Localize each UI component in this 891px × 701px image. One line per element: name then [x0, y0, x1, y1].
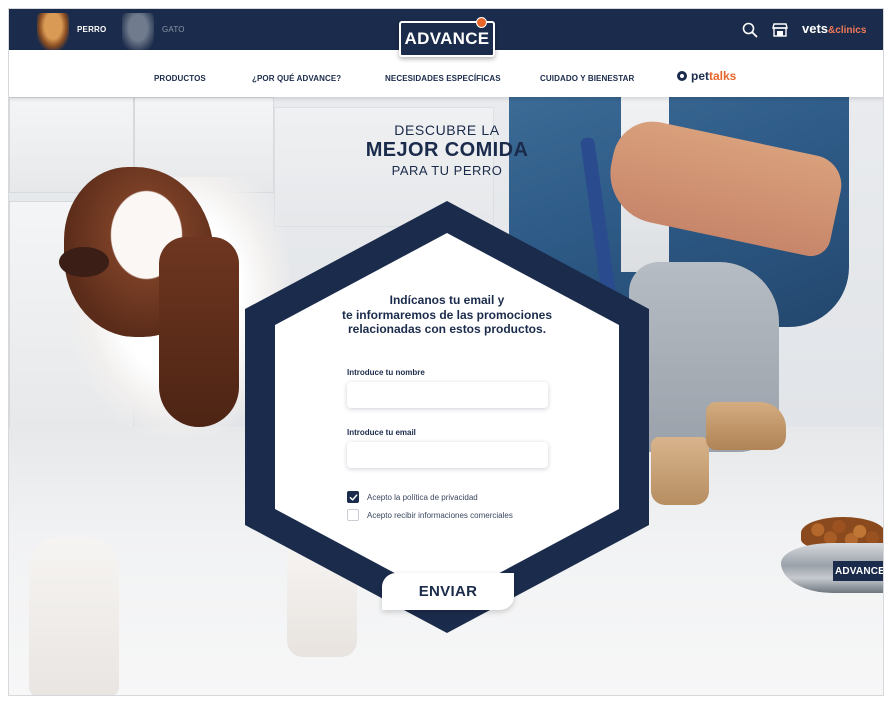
headline-line-1: DESCUBRE LA	[394, 122, 500, 138]
nav-item-necesidades[interactable]: NECESIDADES ESPECÍFICAS	[385, 74, 501, 83]
form-title-line-3: relacionadas con estos productos.	[347, 322, 547, 336]
nav-item-cuidado[interactable]: CUIDADO Y BIENESTAR	[540, 74, 634, 83]
cat-thumbnail	[122, 13, 154, 50]
privacy-checkbox-label: Acepto la política de privacidad	[367, 492, 478, 502]
bowl-label-text: ADVANCE	[834, 565, 884, 577]
check-icon	[349, 493, 357, 501]
pet-tab-cat-label: GATO	[162, 25, 185, 34]
person-boot-left	[651, 437, 709, 505]
privacy-checkbox-row[interactable]: Acepto la política de privacidad	[347, 491, 478, 503]
food-bowl: ADVANCE	[781, 517, 884, 597]
pettalks-label-pet: pet	[691, 69, 709, 83]
top-bar: PERRO GATO ADVANCE vets&clinics	[9, 9, 883, 57]
main-nav: PRODUCTOS ¿POR QUÉ ADVANCE? NECESIDADES …	[9, 50, 883, 97]
name-field[interactable]	[347, 382, 548, 408]
page-frame: PERRO GATO ADVANCE vets&clinics PRODUCTO…	[8, 8, 884, 696]
pet-tab-dog[interactable]: PERRO	[37, 9, 106, 50]
person-boot-right	[706, 402, 786, 450]
pettalks-label-talks: talks	[709, 69, 737, 83]
nav-item-pettalks[interactable]: pet talks	[677, 69, 736, 83]
name-label: Introduce tu nombre	[347, 368, 425, 377]
headline-line-3: PARA TU PERRO	[391, 163, 503, 178]
search-icon[interactable]	[742, 22, 758, 38]
submit-button[interactable]: ENVIAR	[382, 573, 514, 610]
nav-item-productos[interactable]: PRODUCTOS	[154, 74, 206, 83]
form-title-line-1: Indícanos tu email y	[389, 293, 505, 307]
marketing-checkbox[interactable]	[347, 509, 359, 521]
dog-thumbnail	[37, 13, 69, 50]
nav-item-por-que-advance[interactable]: ¿POR QUÉ ADVANCE?	[252, 74, 341, 83]
store-icon[interactable]	[772, 22, 788, 38]
dog-nose	[59, 247, 109, 277]
vets-clinics-logo[interactable]: vets&clinics	[802, 21, 866, 36]
clinics-logo-text: &clinics	[828, 25, 867, 36]
privacy-checkbox[interactable]	[347, 491, 359, 503]
logo-badge-icon	[476, 17, 487, 28]
marketing-checkbox-row[interactable]: Acepto recibir informaciones comerciales	[347, 509, 513, 521]
email-label: Introduce tu email	[347, 428, 416, 437]
vets-logo-text: vets	[802, 21, 829, 36]
form-title-line-2: te informaremos de las promociones	[341, 307, 553, 322]
pet-tab-cat[interactable]: GATO	[122, 9, 185, 50]
headline-line-2: MEJOR COMIDA	[365, 139, 529, 161]
bowl-label: ADVANCE	[833, 561, 884, 581]
hero-headline: DESCUBRE LA MEJOR COMIDA PARA TU PERRO	[9, 122, 883, 178]
dog-ear	[159, 237, 239, 427]
pet-tab-dog-label: PERRO	[77, 25, 107, 34]
logo-text: ADVANCE	[404, 29, 490, 48]
advance-logo[interactable]: ADVANCE	[399, 17, 495, 57]
dog-leg-front-left	[29, 537, 119, 695]
marketing-checkbox-label: Acepto recibir informaciones comerciales	[367, 510, 513, 520]
email-field[interactable]	[347, 442, 548, 468]
form-title: Indícanos tu email y te informaremos de …	[299, 293, 595, 337]
pettalks-icon	[677, 71, 687, 81]
